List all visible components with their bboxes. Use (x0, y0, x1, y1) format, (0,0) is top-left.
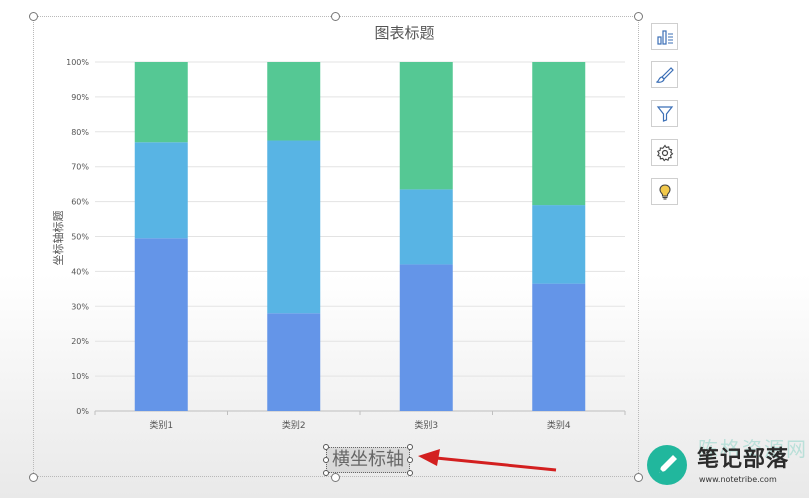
y-axis-title[interactable]: 坐标轴标题 (50, 211, 66, 266)
title-handle-br[interactable] (407, 470, 413, 476)
brush-style-icon (655, 66, 674, 83)
filter-icon (656, 105, 673, 122)
watermark-url: www.notetribe.com (699, 475, 777, 484)
title-handle-tr[interactable] (407, 444, 413, 450)
chart-elements-button[interactable] (651, 23, 678, 50)
chart-title[interactable]: 图表标题 (0, 22, 809, 43)
chart-elements-icon (656, 29, 673, 45)
x-axis-title[interactable]: 横坐标轴 (326, 447, 410, 473)
title-handle-tl[interactable] (323, 444, 329, 450)
watermark-title: 笔记部落 (697, 447, 790, 472)
watermark-logo: 陈格资源网 笔记部落 www.notetribe.com (633, 437, 809, 498)
resize-handle-bottom[interactable] (331, 473, 340, 482)
resize-handle-bottom-left[interactable] (29, 473, 38, 482)
watermark-pen-icon (647, 445, 687, 485)
resize-handle-top-right[interactable] (634, 12, 643, 21)
gear-icon (656, 144, 673, 161)
resize-handle-top-left[interactable] (29, 12, 38, 21)
chart-area[interactable] (33, 16, 639, 477)
chart-ideas-button[interactable] (651, 178, 678, 205)
chart-settings-button[interactable] (651, 139, 678, 166)
resize-handle-top[interactable] (331, 12, 340, 21)
chart-filter-button[interactable] (651, 100, 678, 127)
lightbulb-icon (658, 183, 671, 200)
title-handle-right[interactable] (407, 457, 413, 463)
title-handle-bl[interactable] (323, 470, 329, 476)
title-handle-left[interactable] (323, 457, 329, 463)
chart-style-button[interactable] (651, 61, 678, 88)
